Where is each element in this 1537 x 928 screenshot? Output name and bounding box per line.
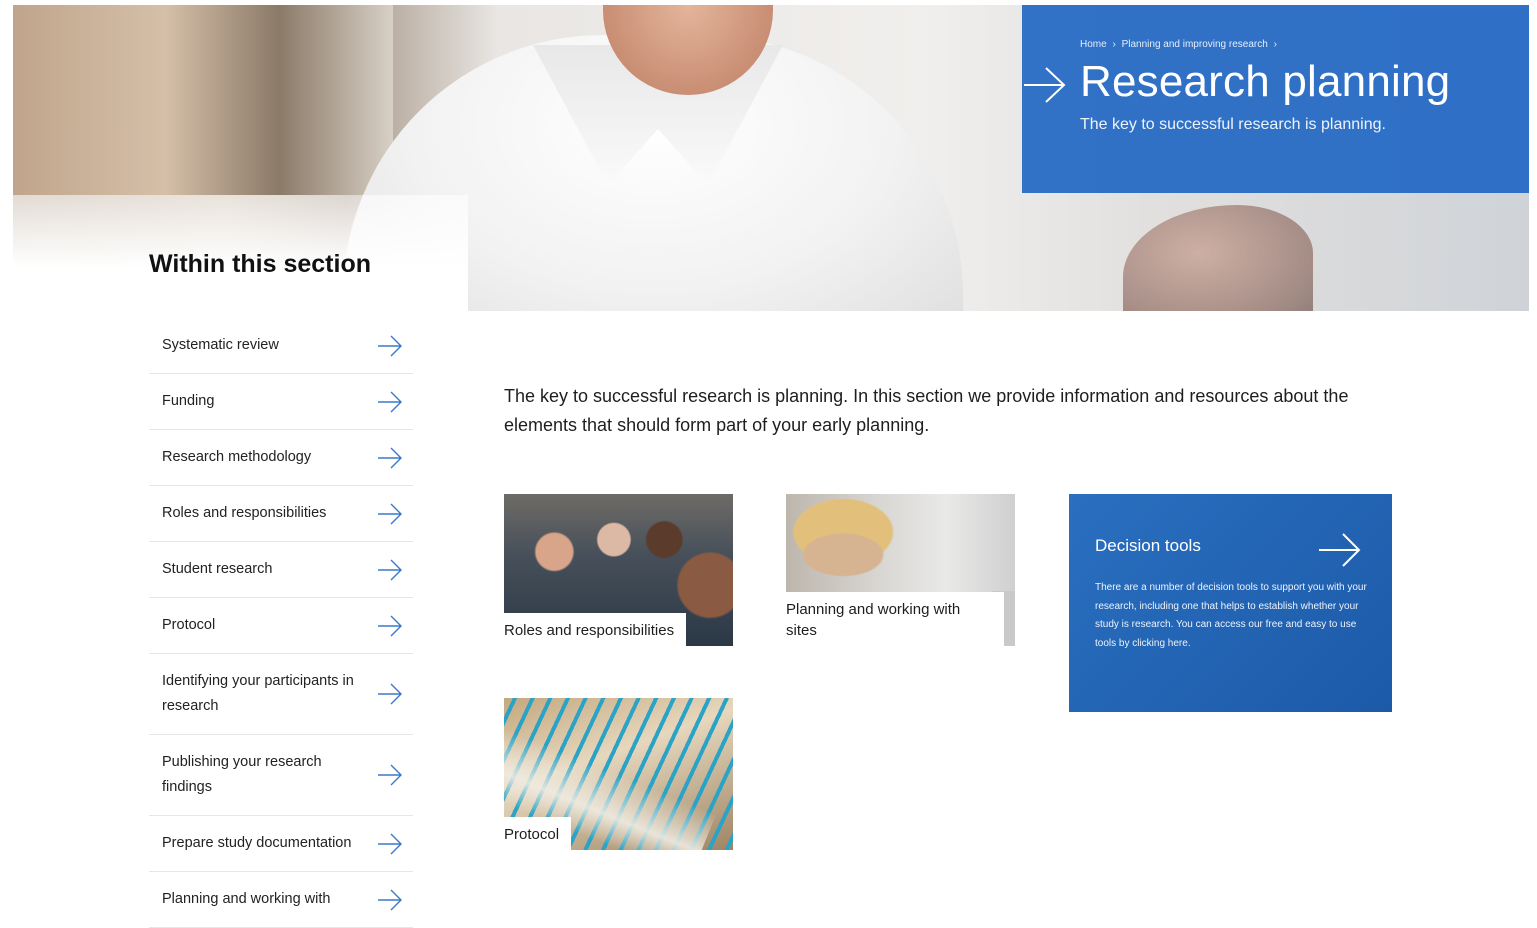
arrow-right-icon (378, 559, 402, 580)
breadcrumb: Home › Planning and improving research › (1080, 39, 1280, 50)
sidebar-item-research-methodology[interactable]: Research methodology (149, 430, 413, 486)
arrow-right-icon (378, 764, 402, 786)
arrow-right-icon (1024, 67, 1066, 103)
arrow-right-icon (378, 889, 402, 910)
sidebar-item-label: Publishing your research findings (162, 754, 322, 795)
sidebar-item-funding[interactable]: Funding (149, 374, 413, 430)
sidebar-item-planning-and-working[interactable]: Planning and working with (149, 872, 413, 928)
sidebar-item-label: Identifying your participants in researc… (162, 673, 354, 714)
breadcrumb-planning-link[interactable]: Planning and improving research (1122, 39, 1268, 50)
decision-tools-card[interactable]: Decision tools There are a number of dec… (1069, 494, 1392, 712)
breadcrumb-separator: › (1112, 39, 1116, 50)
sidebar-item-label: Student research (162, 561, 273, 577)
sidebar-item-label: Systematic review (162, 337, 279, 353)
sidebar-item-identifying-participants[interactable]: Identifying your participants in researc… (149, 654, 413, 735)
page-subtitle: The key to successful research is planni… (1080, 116, 1386, 133)
card-label: Planning and working with sites (786, 592, 1004, 646)
arrow-right-icon (378, 391, 402, 412)
section-heading: Within this section (149, 250, 371, 278)
intro-paragraph: The key to successful research is planni… (504, 386, 1349, 435)
hero-photo-background (13, 5, 393, 195)
sidebar-item-label: Funding (162, 393, 215, 409)
sidebar-item-label: Planning and working with (162, 891, 331, 907)
card-planning-and-working-with-sites[interactable]: Planning and working with sites (786, 494, 1015, 646)
sidebar-item-student-research[interactable]: Student research (149, 542, 413, 598)
decision-tools-description: There are a number of decision tools to … (1095, 582, 1367, 649)
sidebar-item-label: Research methodology (162, 449, 312, 465)
arrow-right-icon (378, 833, 402, 854)
hero-photo-hand (1123, 205, 1313, 311)
card-label: Roles and responsibilities (504, 613, 687, 646)
sidebar-item-publishing-findings[interactable]: Publishing your research findings (149, 735, 413, 816)
sidebar-item-label: Protocol (162, 617, 216, 633)
page-title: Research planning (1080, 57, 1451, 106)
arrow-right-icon (378, 503, 402, 524)
sidebar-item-protocol[interactable]: Protocol (149, 598, 413, 654)
breadcrumb-home-link[interactable]: Home (1080, 39, 1107, 50)
arrow-right-icon (378, 683, 402, 705)
card-protocol[interactable]: Protocol (504, 698, 733, 850)
arrow-right-icon (378, 447, 402, 468)
breadcrumb-separator: › (1273, 39, 1277, 50)
card-label: Protocol (504, 817, 572, 850)
decision-tools-title: Decision tools (1095, 536, 1201, 555)
arrow-right-icon (378, 615, 402, 636)
card-roles-and-responsibilities[interactable]: Roles and responsibilities (504, 494, 733, 646)
arrow-right-icon (378, 335, 402, 356)
arrow-right-icon (1319, 533, 1361, 567)
sidebar-item-label: Prepare study documentation (162, 835, 352, 851)
section-nav: Systematic review Funding Research metho… (149, 318, 413, 928)
sidebar-item-prepare-study-documentation[interactable]: Prepare study documentation (149, 816, 413, 872)
sidebar-item-systematic-review[interactable]: Systematic review (149, 318, 413, 374)
sidebar-item-label: Roles and responsibilities (162, 505, 327, 521)
page-title-panel: Home › Planning and improving research ›… (1022, 5, 1529, 193)
sidebar-item-roles-and-responsibilities[interactable]: Roles and responsibilities (149, 486, 413, 542)
